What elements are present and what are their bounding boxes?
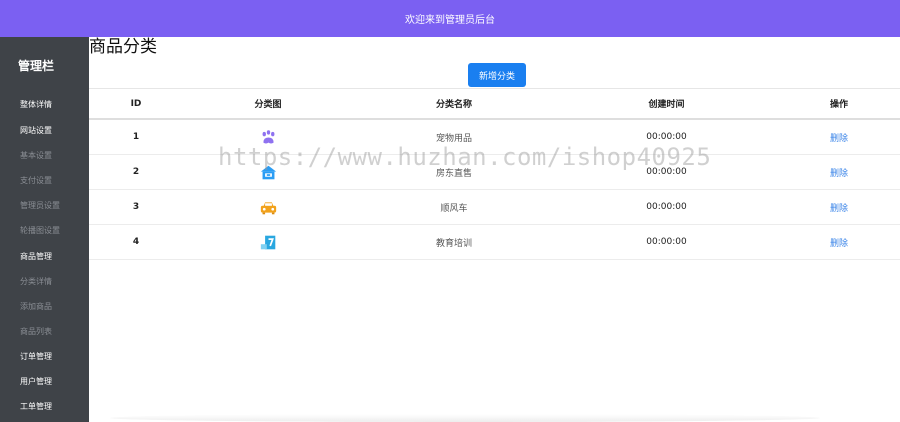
- add-category-button[interactable]: 新增分类: [468, 63, 526, 87]
- header-id: ID: [130, 98, 142, 109]
- sidebar-item-add-product[interactable]: 添加商品: [20, 301, 52, 312]
- row-created-time: 00:00:00: [646, 202, 687, 212]
- sidebar-item-user-management[interactable]: 用户管理: [20, 376, 52, 387]
- table-row: 4 教育培训 00:00:00 删除: [89, 225, 900, 260]
- category-image: [244, 120, 292, 154]
- delete-link[interactable]: 删除: [814, 190, 864, 224]
- sidebar-item-order-management[interactable]: 订单管理: [20, 351, 52, 362]
- header-category-image: 分类图: [254, 100, 282, 110]
- table-row: 2 房东直售 00:00:00 删除: [89, 155, 900, 190]
- row-category-name: 顺风车: [440, 203, 468, 214]
- main-content: 商品分类 新增分类 ID 分类图 分类名称 创建时间 操作 1 宠物用品 00:…: [89, 37, 900, 422]
- education-icon: [260, 235, 275, 249]
- category-table: ID 分类图 分类名称 创建时间 操作 1 宠物用品 00:00:00 删除 2: [89, 88, 900, 260]
- row-id: 2: [132, 167, 140, 177]
- delete-link[interactable]: 删除: [814, 225, 864, 259]
- row-created-time: 00:00:00: [646, 237, 687, 247]
- row-id: 1: [132, 132, 140, 142]
- row-created-time: 00:00:00: [646, 132, 687, 142]
- welcome-text: 欢迎来到管理员后台: [405, 15, 495, 26]
- row-category-name: 房东直售: [435, 168, 472, 179]
- sidebar-item-overview[interactable]: 整体详情: [20, 99, 52, 110]
- delete-link[interactable]: 删除: [814, 155, 864, 189]
- category-image: [244, 155, 292, 189]
- paw-icon: [262, 129, 274, 143]
- sidebar-title: 管理栏: [17, 59, 54, 73]
- table-row: 1 宠物用品 00:00:00 删除: [89, 120, 900, 155]
- header-created-time: 创建时间: [648, 100, 685, 110]
- header-actions: 操作: [829, 100, 848, 110]
- row-id: 3: [132, 202, 140, 212]
- house-icon: [260, 165, 276, 179]
- row-id: 4: [132, 237, 140, 247]
- row-category-name: 宠物用品: [435, 133, 472, 144]
- sidebar-item-product-management[interactable]: 商品管理: [20, 251, 52, 262]
- sidebar-item-ticket-management[interactable]: 工单管理: [20, 401, 52, 412]
- car-icon: [260, 201, 276, 214]
- sidebar-item-basic-settings[interactable]: 基本设置: [20, 150, 52, 161]
- header-category-name: 分类名称: [435, 100, 472, 110]
- category-image: [244, 190, 292, 224]
- sidebar-item-payment-settings[interactable]: 支付设置: [20, 175, 52, 186]
- delete-link[interactable]: 删除: [814, 120, 864, 154]
- sidebar: 管理栏 整体详情 网站设置 基本设置 支付设置 管理员设置 轮播图设置 商品管理…: [0, 37, 89, 422]
- sidebar-item-banner-settings[interactable]: 轮播图设置: [20, 225, 60, 236]
- row-category-name: 教育培训: [435, 238, 472, 249]
- sidebar-item-category-details[interactable]: 分类详情: [20, 276, 52, 287]
- table-row: 3 顺风车 00:00:00 删除: [89, 190, 900, 225]
- row-created-time: 00:00:00: [646, 167, 687, 177]
- sidebar-item-product-list[interactable]: 商品列表: [20, 326, 52, 337]
- page-title: 商品分类: [89, 37, 157, 57]
- bottom-shadow: [110, 414, 820, 422]
- table-header: ID 分类图 分类名称 创建时间 操作: [89, 88, 900, 120]
- sidebar-item-site-settings[interactable]: 网站设置: [20, 125, 52, 136]
- top-header: 欢迎来到管理员后台: [0, 0, 900, 37]
- sidebar-item-admin-settings[interactable]: 管理员设置: [20, 200, 60, 211]
- category-image: [244, 225, 292, 259]
